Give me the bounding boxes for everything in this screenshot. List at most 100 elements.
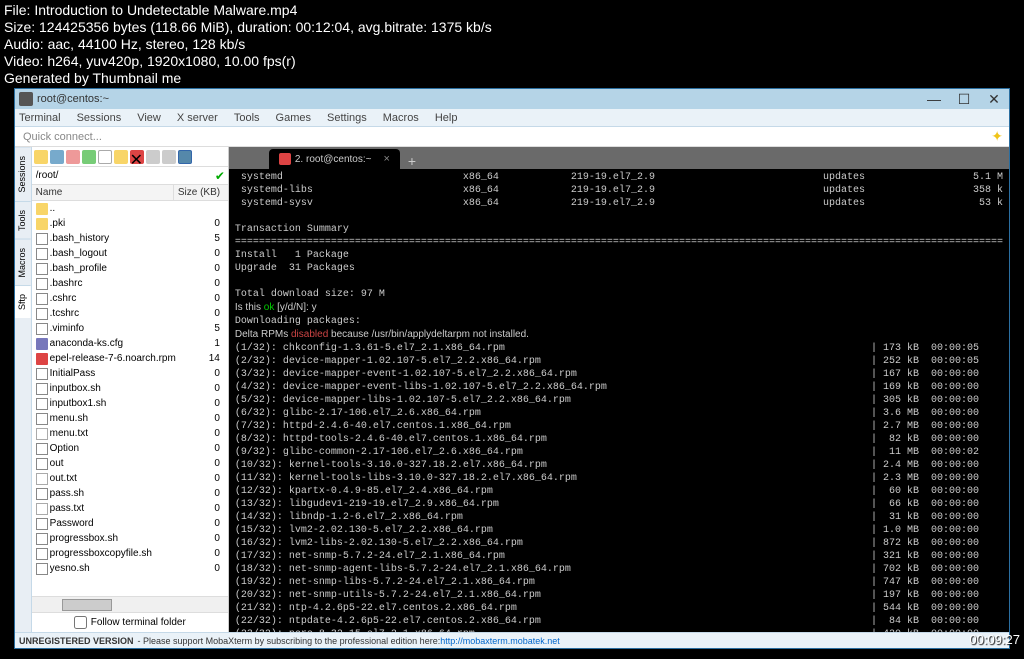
file-row[interactable]: .bash_profile0 <box>32 261 228 276</box>
close-button[interactable]: ✕ <box>979 89 1009 109</box>
app-icon <box>19 92 33 106</box>
file-name: .viminfo <box>50 323 180 334</box>
file-row[interactable]: menu.sh0 <box>32 411 228 426</box>
horizontal-scrollbar[interactable] <box>32 596 228 612</box>
delete-icon[interactable]: ✕ <box>130 150 144 164</box>
file-name: .tcshrc <box>50 308 180 319</box>
menu-xserver[interactable]: X server <box>177 112 218 124</box>
file-row[interactable]: progressboxcopyfile.sh0 <box>32 546 228 561</box>
scrollbar-thumb[interactable] <box>62 599 112 611</box>
file-name: InitialPass <box>50 368 180 379</box>
file-name: menu.sh <box>50 413 180 424</box>
file-size: 0 <box>180 248 224 259</box>
file-row[interactable]: pass.sh0 <box>32 486 228 501</box>
star-icon[interactable]: ✦ <box>991 128 1003 145</box>
col-size[interactable]: Size (KB) <box>174 185 228 200</box>
file-row[interactable]: yesno.sh0 <box>32 561 228 576</box>
menu-view[interactable]: View <box>137 112 161 124</box>
file-row[interactable]: InitialPass0 <box>32 366 228 381</box>
file-size: 0 <box>180 263 224 274</box>
file-icon <box>36 368 48 380</box>
menu-tools[interactable]: Tools <box>234 112 260 124</box>
file-size: 0 <box>180 428 224 439</box>
video-timestamp: 00:09:27 <box>969 632 1020 647</box>
file-name: .pki <box>50 218 180 229</box>
file-row[interactable]: .bash_history5 <box>32 231 228 246</box>
file-row[interactable]: inputbox.sh0 <box>32 381 228 396</box>
file-row[interactable]: Password0 <box>32 516 228 531</box>
newfolder-icon[interactable] <box>114 150 128 164</box>
follow-checkbox[interactable] <box>74 616 87 629</box>
file-row[interactable]: out.txt0 <box>32 471 228 486</box>
col-name[interactable]: Name <box>32 185 174 200</box>
tab-close-icon[interactable]: × <box>383 153 389 165</box>
terminal-tabs: 2. root@centos:~ × + <box>229 147 1009 169</box>
file-size: 0 <box>180 458 224 469</box>
menu-settings[interactable]: Settings <box>327 112 367 124</box>
titlebar-text: root@centos:~ <box>37 93 109 105</box>
file-icon <box>36 518 48 530</box>
file-size: 0 <box>180 413 224 424</box>
sidebar-tab-tools[interactable]: Tools <box>15 201 31 239</box>
file-row[interactable]: pass.txt0 <box>32 501 228 516</box>
menu-games[interactable]: Games <box>276 112 311 124</box>
file-row[interactable]: .bashrc0 <box>32 276 228 291</box>
file-row[interactable]: Option0 <box>32 441 228 456</box>
hidden-icon[interactable] <box>162 150 176 164</box>
refresh-icon[interactable] <box>82 150 96 164</box>
file-size: 14 <box>180 353 224 364</box>
file-size: 0 <box>180 398 224 409</box>
file-row[interactable]: .cshrc0 <box>32 291 228 306</box>
minimize-button[interactable]: — <box>919 89 949 109</box>
sidebar-tab-sftp[interactable]: Sftp <box>15 285 31 318</box>
file-row[interactable]: .viminfo5 <box>32 321 228 336</box>
file-name: .bash_logout <box>50 248 180 259</box>
file-name: anaconda-ks.cfg <box>50 338 180 349</box>
search-icon[interactable] <box>146 150 160 164</box>
path-input[interactable] <box>32 168 212 184</box>
file-row[interactable]: progressbox.sh0 <box>32 531 228 546</box>
terminal-area: 2. root@centos:~ × + systemd x86_64 219-… <box>229 147 1009 632</box>
file-row[interactable]: .bash_logout0 <box>32 246 228 261</box>
folder-icon <box>36 218 48 230</box>
menu-sessions[interactable]: Sessions <box>77 112 122 124</box>
home-icon[interactable] <box>66 150 80 164</box>
overlay-video: Video: h264, yuv420p, 1920x1080, 10.00 f… <box>4 53 492 70</box>
statusbar-link[interactable]: http://mobaxterm.mobatek.net <box>440 636 560 646</box>
terminal-tab[interactable]: 2. root@centos:~ × <box>269 149 400 169</box>
menu-help[interactable]: Help <box>435 112 458 124</box>
path-go-icon[interactable]: ✔ <box>212 169 228 183</box>
sftp-panel: ✕ ✔ Name Size (KB) ...pki0.bash_history5… <box>32 147 229 632</box>
overlay-size: Size: 124425356 bytes (118.66 MiB), dura… <box>4 19 492 36</box>
file-name: menu.txt <box>50 428 180 439</box>
file-name: progressbox.sh <box>50 533 180 544</box>
quickconnect-bar[interactable]: Quick connect... ✦ <box>15 127 1009 147</box>
terminal[interactable]: systemd x86_64 219-19.el7_2.9 updates 5.… <box>229 169 1009 632</box>
folder-icon[interactable] <box>34 150 48 164</box>
file-row[interactable]: .. <box>32 201 228 216</box>
sidebar-tab-macros[interactable]: Macros <box>15 239 31 286</box>
path-bar: ✔ <box>32 167 228 185</box>
file-row[interactable]: .tcshrc0 <box>32 306 228 321</box>
file-icon <box>36 278 48 290</box>
menubar: Terminal Sessions View X server Tools Ga… <box>15 109 1009 127</box>
upload-icon[interactable] <box>50 150 64 164</box>
file-icon <box>36 293 48 305</box>
view-icon[interactable] <box>178 150 192 164</box>
titlebar[interactable]: root@centos:~ — ☐ ✕ <box>15 89 1009 109</box>
file-size: 1 <box>180 338 224 349</box>
sh-icon <box>36 563 48 575</box>
maximize-button[interactable]: ☐ <box>949 89 979 109</box>
menu-macros[interactable]: Macros <box>383 112 419 124</box>
file-row[interactable]: inputbox1.sh0 <box>32 396 228 411</box>
file-row[interactable]: menu.txt0 <box>32 426 228 441</box>
file-row[interactable]: .pki0 <box>32 216 228 231</box>
folder-icon <box>36 203 48 215</box>
file-row[interactable]: out0 <box>32 456 228 471</box>
sidebar-tab-sessions[interactable]: Sessions <box>15 147 31 201</box>
file-row[interactable]: anaconda-ks.cfg1 <box>32 336 228 351</box>
newfile-icon[interactable] <box>98 150 112 164</box>
menu-terminal[interactable]: Terminal <box>19 112 61 124</box>
tab-add-icon[interactable]: + <box>408 153 416 169</box>
file-row[interactable]: epel-release-7-6.noarch.rpm14 <box>32 351 228 366</box>
